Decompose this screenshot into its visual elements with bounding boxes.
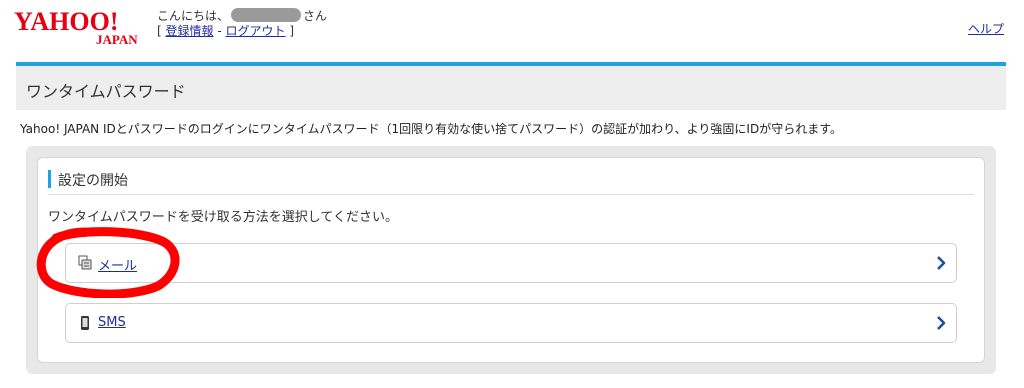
chevron-right-icon	[937, 256, 946, 270]
heading-accent-bar	[48, 170, 51, 188]
greeting-prefix: こんにちは、	[157, 9, 230, 23]
user-greeting: こんにちは、 さん [ 登録情報 - ログアウト ]	[157, 8, 328, 38]
mail-option-label[interactable]: メール	[98, 255, 137, 274]
sms-option-button[interactable]: SMS	[65, 303, 957, 343]
section-heading: 設定の開始	[48, 170, 974, 195]
chevron-right-icon	[937, 316, 946, 330]
sms-option-label[interactable]: SMS	[98, 315, 126, 330]
page-title: ワンタイムパスワード	[26, 82, 186, 101]
yahoo-japan-logo[interactable]: YAHOO! JAPAN	[14, 6, 154, 46]
phone-icon	[81, 316, 89, 330]
settings-card: 設定の開始 ワンタイムパスワードを受け取る方法を選択してください。 メール SM…	[37, 157, 985, 363]
masked-username	[231, 8, 302, 22]
section-heading-text: 設定の開始	[58, 173, 128, 189]
svg-text:JAPAN: JAPAN	[96, 32, 138, 46]
page-title-bar: ワンタイムパスワード	[16, 62, 1006, 110]
mail-icon	[78, 255, 92, 270]
link-separator: -	[217, 24, 222, 38]
mail-option-button[interactable]: メール	[65, 243, 957, 283]
greeting-suffix: さん	[303, 9, 328, 23]
account-info-link[interactable]: 登録情報	[166, 24, 214, 38]
settings-panel: 設定の開始 ワンタイムパスワードを受け取る方法を選択してください。 メール SM…	[26, 146, 996, 374]
help-link[interactable]: ヘルプ	[968, 20, 1004, 37]
logout-link[interactable]: ログアウト	[226, 24, 286, 38]
page-description: Yahoo! JAPAN IDとパスワードのログインにワンタイムパスワード（1回…	[20, 122, 842, 136]
method-instructions: ワンタイムパスワードを受け取る方法を選択してください。	[48, 210, 398, 225]
